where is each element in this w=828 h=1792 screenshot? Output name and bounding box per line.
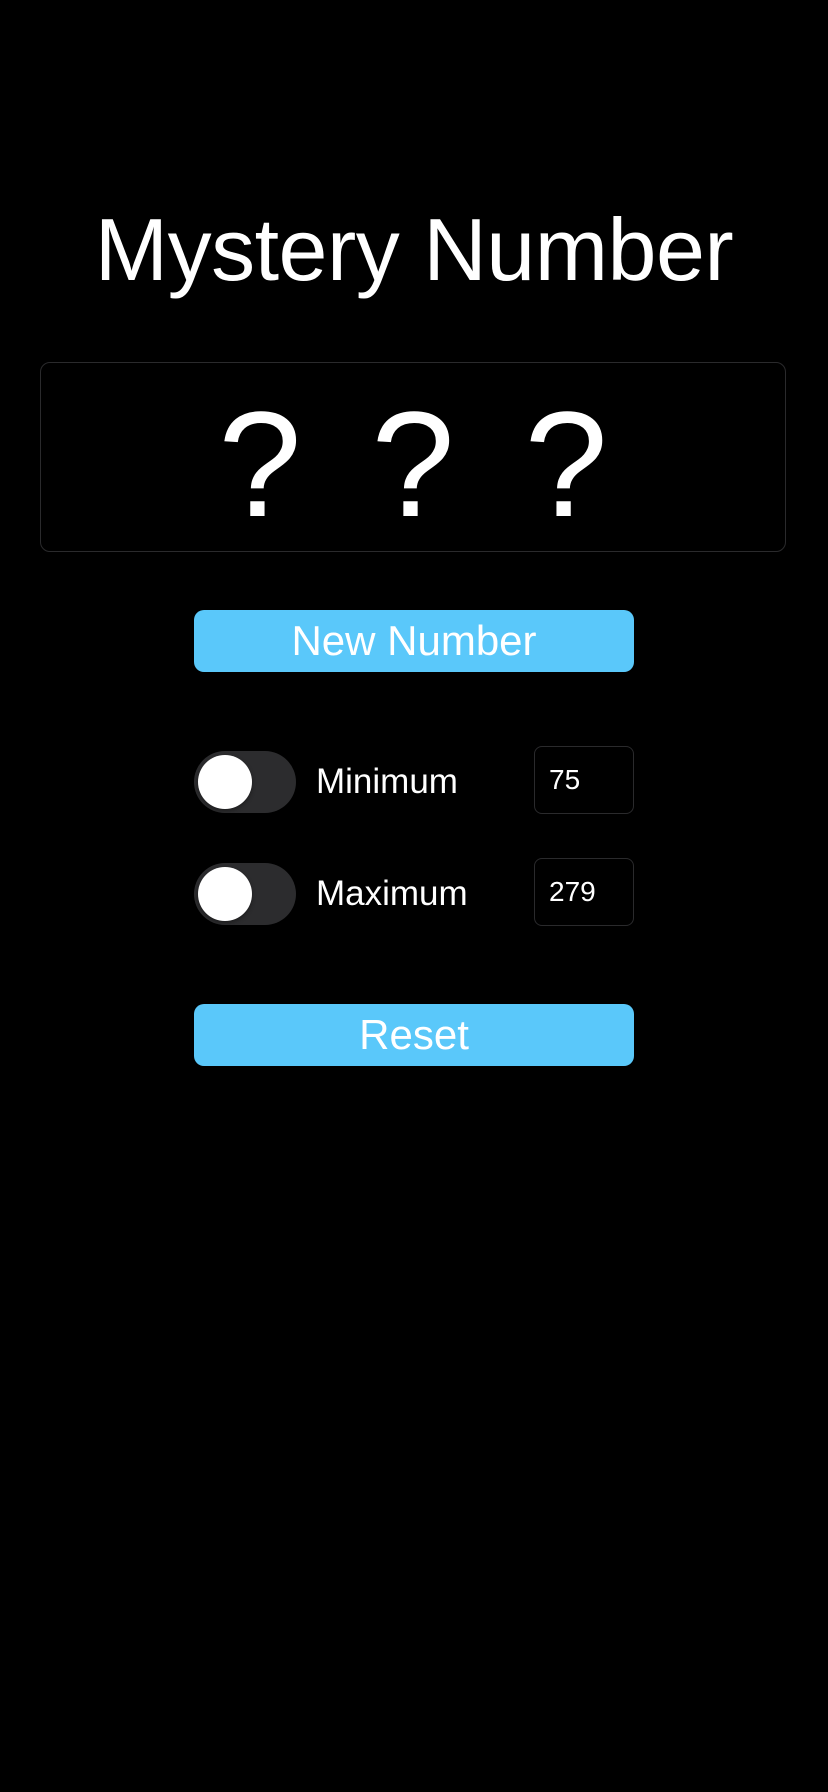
minimum-input[interactable] [534, 746, 634, 814]
mystery-number-value: ? ? ? [218, 380, 622, 548]
maximum-input[interactable] [534, 858, 634, 926]
maximum-label: Maximum [316, 874, 468, 913]
minimum-toggle[interactable] [194, 751, 296, 813]
minimum-label: Minimum [316, 762, 458, 801]
reset-button[interactable]: Reset [194, 1004, 634, 1066]
new-number-button[interactable]: New Number [194, 610, 634, 672]
minimum-toggle-knob [198, 755, 252, 809]
minimum-row: Minimum [194, 746, 634, 814]
maximum-toggle-knob [198, 867, 252, 921]
mystery-number-display: ? ? ? [40, 362, 786, 552]
maximum-row: Maximum [194, 858, 634, 926]
page-title: Mystery Number [94, 200, 734, 299]
maximum-toggle[interactable] [194, 863, 296, 925]
